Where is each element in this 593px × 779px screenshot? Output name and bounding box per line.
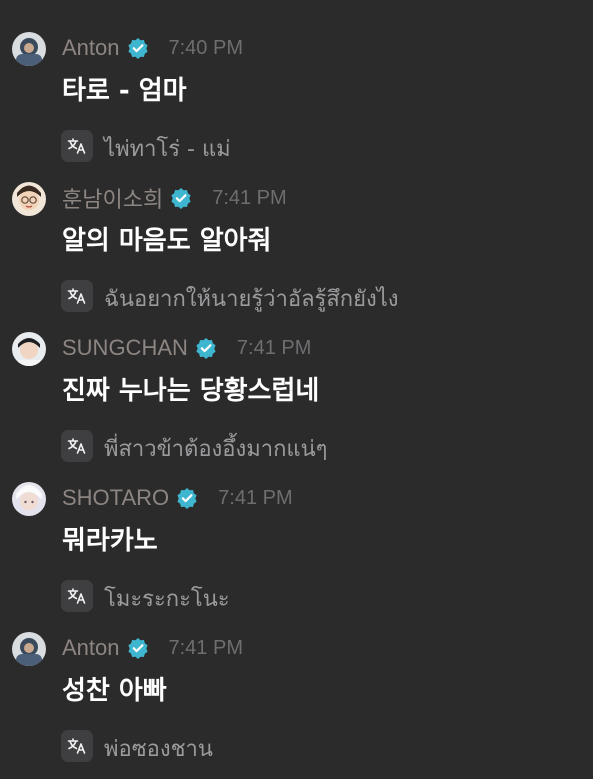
translation-text: ไพ่ทาโร่ - แม่ [104,137,231,162]
sender-name[interactable]: SHOTARO [62,485,169,511]
sohee-avatar[interactable] [12,182,46,216]
message-text: 뭐라카노 [62,526,158,556]
verified-badge-icon [176,487,198,509]
message-text: 진짜 누나는 당황스럽네 [62,376,320,406]
message-text: 타로 - 엄마 [62,76,187,106]
translate-button[interactable] [61,130,93,162]
message-header: Anton 7:41 PM [62,633,243,663]
message-time: 7:41 PM [212,186,287,209]
anton-avatar[interactable] [12,632,46,666]
message-header: SUNGCHAN 7:41 PM [62,333,311,363]
anton-avatar[interactable] [12,32,46,66]
sender-name[interactable]: 훈남이소희 [62,182,163,214]
translation-text: พี่สาวข้าต้องอึ้งมากแน่ๆ [104,437,328,462]
translation-text: โมะระกะโนะ [104,587,230,612]
sender-name[interactable]: Anton [62,35,120,61]
sender-name[interactable]: Anton [62,635,120,661]
message-text: 알의 마음도 알아줘 [62,226,272,256]
translate-button[interactable] [61,280,93,312]
message-time: 7:41 PM [218,486,293,509]
message-header: Anton 7:40 PM [62,33,243,63]
translate-button[interactable] [61,580,93,612]
message-header: 훈남이소희 7:41 PM [62,183,287,213]
translate-icon [67,138,86,154]
verified-badge-icon [170,187,192,209]
translation-text: ฉันอยากให้นายรู้ว่าอัลรู้สึกยังไง [104,287,399,312]
message-time: 7:40 PM [168,36,243,59]
translate-button[interactable] [61,730,93,762]
sender-name[interactable]: SUNGCHAN [62,335,188,361]
message-time: 7:41 PM [236,336,312,359]
verified-badge-icon [127,37,149,59]
verified-badge-icon [127,637,149,659]
message-text: 성찬 아빠 [62,676,167,706]
message-time: 7:41 PM [168,636,243,659]
translate-icon [67,738,86,754]
translate-icon [67,588,86,604]
translation-text: พ่อซองชาน [104,737,213,762]
verified-badge-icon [195,337,217,359]
sungchan-avatar[interactable] [12,332,46,366]
message-header: SHOTARO 7:41 PM [62,483,293,513]
translate-icon [67,288,86,304]
shotaro-avatar[interactable] [12,482,46,516]
translate-icon [67,438,86,454]
translate-button[interactable] [61,430,93,462]
